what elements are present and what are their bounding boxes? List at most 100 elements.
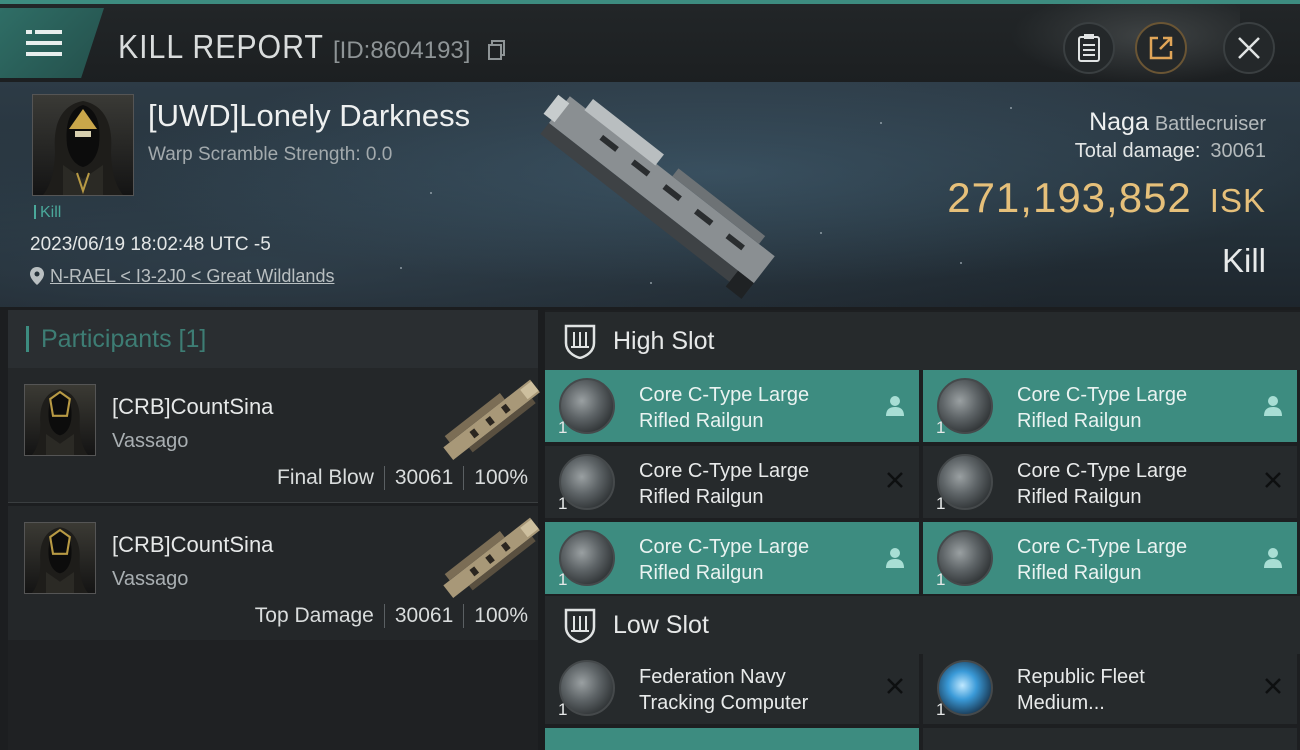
module-name: Core C-Type Large Rifled Railgun	[639, 458, 869, 510]
module-name: Core C-Type Large Rifled Railgun	[639, 382, 869, 434]
divider	[463, 604, 465, 628]
destroyed-x-icon	[887, 678, 903, 694]
dropped-person-icon	[886, 396, 904, 416]
participant-avatar	[24, 384, 96, 456]
module-name-line1: Core C-Type Large	[639, 384, 810, 406]
low-slot-icon	[564, 608, 596, 643]
kill-datetime: 2023/06/19 18:02:48 UTC -5	[30, 234, 271, 255]
module-card[interactable]: 1 Federation Navy Tracking Computer	[545, 652, 919, 724]
high-slot-title: High Slot	[613, 326, 715, 355]
participant-damage: 30061	[394, 604, 454, 627]
menu-button[interactable]	[0, 8, 104, 78]
module-quantity: 1	[936, 570, 946, 589]
hooded-pilot-portrait	[43, 101, 123, 195]
ship-class: Battlecruiser	[1154, 113, 1266, 135]
victim-header: [UWD]Lonely Darkness Warp Scramble Stren…	[0, 82, 1300, 307]
module-name-line2: Rifled Railgun	[1017, 410, 1142, 432]
module-quantity: 1	[936, 700, 946, 719]
participant-percent: 100%	[474, 604, 528, 627]
module-name: Core C-Type Large Rifled Railgun	[639, 534, 869, 586]
participant-ship: Vassago	[112, 430, 189, 452]
top-bar: KILL REPORT [ID:8604193]	[0, 0, 1300, 84]
participant-role: Top Damage	[254, 604, 374, 627]
clipboard-button[interactable]	[1063, 22, 1115, 74]
participant-ship-image	[443, 379, 540, 460]
module-name: Core C-Type Large Rifled Railgun	[1017, 458, 1247, 510]
copy-icon[interactable]	[488, 40, 506, 60]
divider	[463, 466, 465, 490]
low-slot-header: Low Slot	[545, 596, 1300, 654]
victim-avatar[interactable]	[32, 94, 134, 196]
participant-percent: 100%	[474, 466, 528, 489]
module-card[interactable]: 1 Core C-Type Large Rifled Railgun	[545, 370, 919, 442]
victim-ship-image	[540, 94, 775, 299]
dropped-person-icon	[886, 548, 904, 568]
module-card[interactable]: 1 Core C-Type Large Rifled Railgun	[923, 522, 1297, 594]
victim-name[interactable]: [UWD]Lonely Darkness	[148, 98, 470, 134]
participant-role: Final Blow	[277, 466, 374, 489]
module-quantity: 1	[936, 494, 946, 513]
divider	[383, 466, 385, 490]
participants-header[interactable]: Participants [1]	[8, 310, 538, 368]
close-button[interactable]	[1223, 22, 1275, 74]
low-slot-title: Low Slot	[613, 610, 709, 639]
dropped-person-icon	[1264, 396, 1282, 416]
module-name-line1: Republic Fleet	[1017, 666, 1145, 688]
module-name: Federation Navy Tracking Computer	[639, 664, 869, 716]
module-name: Core C-Type Large Rifled Railgun	[1017, 382, 1247, 434]
module-card[interactable]: 1 Core C-Type Large Rifled Railgun	[923, 370, 1297, 442]
isk-unit: ISK	[1209, 182, 1266, 219]
divider	[383, 604, 385, 628]
warp-scramble-strength: Warp Scramble Strength: 0.0	[148, 144, 393, 165]
module-name-line1: Core C-Type Large	[1017, 460, 1188, 482]
module-card[interactable]: 1 Core C-Type Large Rifled Railgun	[545, 522, 919, 594]
module-name: Republic Fleet Medium...	[1017, 664, 1247, 716]
module-name: Core C-Type Large Rifled Railgun	[1017, 534, 1247, 586]
hamburger-icon	[26, 30, 62, 56]
module-quantity: 1	[558, 418, 568, 437]
kill-tag: Kill	[34, 204, 61, 222]
module-card[interactable]: 1 Core C-Type Large Rifled Railgun	[545, 446, 919, 518]
dropped-person-icon	[1264, 548, 1282, 568]
share-button[interactable]	[1135, 22, 1187, 74]
clipboard-icon	[1078, 34, 1100, 62]
fitting-panel: High Slot 1 Core C-Type Large Rifled Rail…	[545, 310, 1300, 750]
participants-empty-area	[8, 640, 538, 750]
module-name-line2: Rifled Railgun	[639, 486, 764, 508]
high-slot-icon	[564, 324, 596, 359]
module-name-line1: Core C-Type Large	[639, 536, 810, 558]
participant-row[interactable]: [CRB]CountSina Vassago Top Damage 30061 …	[8, 506, 540, 641]
participant-row[interactable]: [CRB]CountSina Vassago Final Blow 30061 …	[8, 368, 540, 503]
participant-ship: Vassago	[112, 568, 189, 590]
location-pin-icon	[30, 267, 44, 285]
page-title: KILL REPORT	[118, 28, 324, 65]
high-slot-header: High Slot	[545, 312, 1300, 370]
module-name-line1: Federation Navy	[639, 666, 786, 688]
kill-location[interactable]: N-RAEL < I3-2J0 < Great Wildlands	[30, 266, 334, 287]
location-link[interactable]: N-RAEL < I3-2J0 < Great Wildlands	[50, 266, 334, 286]
module-quantity: 1	[936, 418, 946, 437]
planet-background	[1010, 4, 1240, 84]
isk-value: 271,193,852 ISK	[947, 174, 1266, 222]
participant-damage: 30061	[394, 466, 454, 489]
module-name-line1: Core C-Type Large	[1017, 536, 1188, 558]
ship-name: Naga	[1089, 108, 1149, 136]
participant-name: [CRB]CountSina	[112, 532, 274, 557]
module-card[interactable]: 1 Republic Fleet Medium...	[923, 652, 1297, 724]
total-damage-label: Total damage:	[1074, 140, 1201, 162]
isk-amount: 271,193,852	[947, 174, 1192, 221]
module-name-line2: Rifled Railgun	[1017, 562, 1142, 584]
participant-stats: Final Blow 30061 100%	[277, 466, 528, 490]
module-quantity: 1	[558, 700, 568, 719]
module-quantity: 1	[558, 494, 568, 513]
module-card-partial[interactable]	[923, 728, 1297, 750]
close-icon	[1238, 37, 1260, 59]
hooded-pilot-portrait	[32, 527, 88, 593]
participant-stats: Top Damage 30061 100%	[255, 604, 528, 628]
module-card[interactable]: 1 Core C-Type Large Rifled Railgun	[923, 446, 1297, 518]
participant-ship-image	[443, 517, 540, 598]
module-card-partial[interactable]	[545, 728, 919, 750]
module-name-line2: Rifled Railgun	[639, 562, 764, 584]
participant-avatar	[24, 522, 96, 594]
victim-ship-name[interactable]: Naga Battlecruiser	[1089, 108, 1266, 137]
